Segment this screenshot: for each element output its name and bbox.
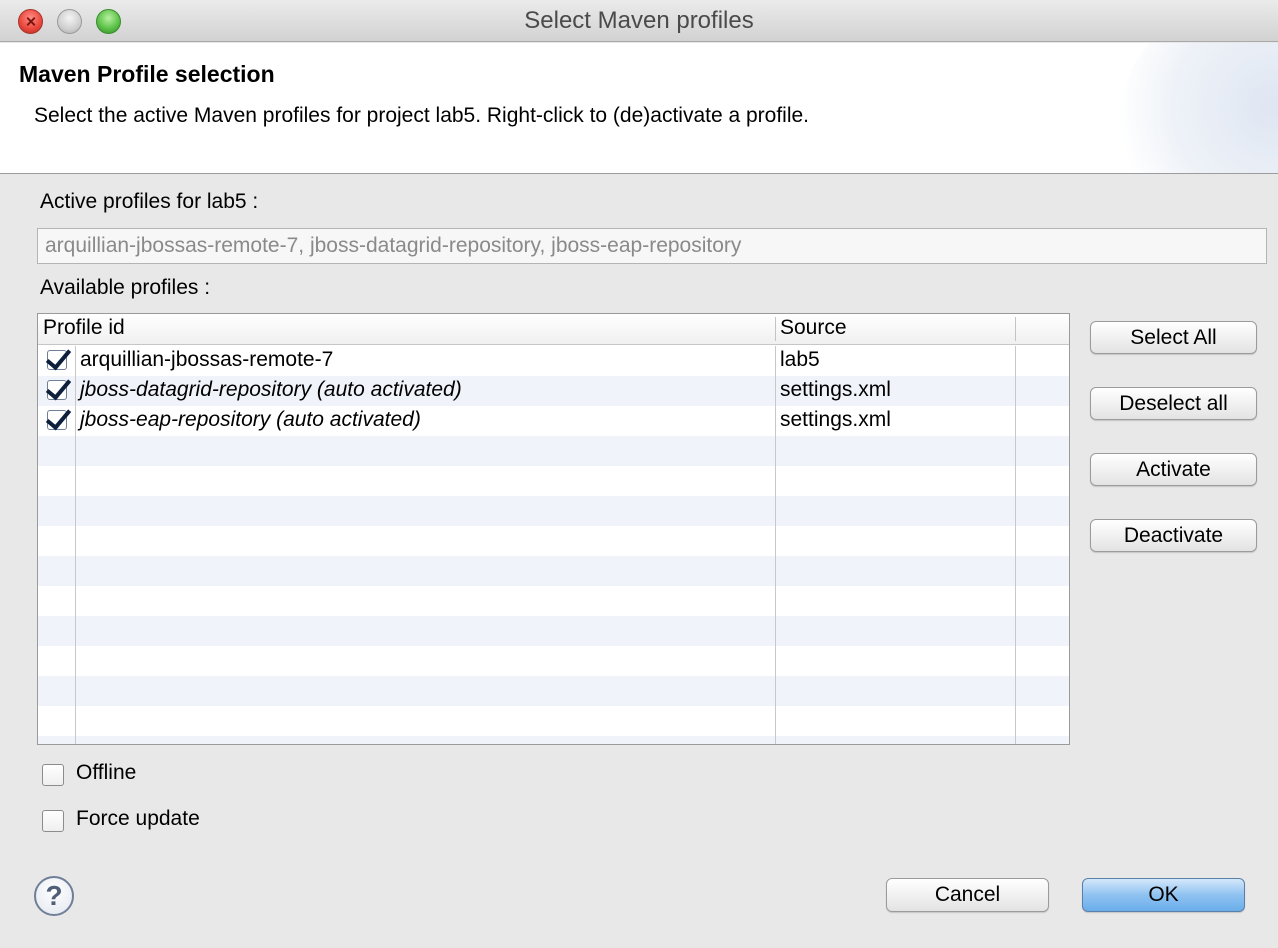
source-cell: settings.xml (780, 378, 891, 401)
empty-row (38, 436, 1069, 466)
empty-row (38, 556, 1069, 586)
offline-label[interactable]: Offline (76, 761, 136, 785)
empty-row (38, 526, 1069, 556)
empty-row (38, 706, 1069, 736)
column-header-profile-id[interactable]: Profile id (43, 316, 125, 340)
window-title: Select Maven profiles (524, 7, 754, 34)
empty-row (38, 736, 1069, 744)
profile-id-cell: jboss-datagrid-repository (auto activate… (80, 378, 462, 401)
profile-id-cell: jboss-eap-repository (auto activated) (80, 408, 421, 431)
empty-row (38, 676, 1069, 706)
row-checkbox[interactable] (47, 380, 67, 400)
empty-row (38, 466, 1069, 496)
empty-row (38, 586, 1069, 616)
force-update-checkbox[interactable] (42, 810, 64, 832)
dialog-description: Select the active Maven profiles for pro… (34, 104, 810, 127)
column-line (775, 346, 776, 744)
dialog-title: Maven Profile selection (19, 61, 275, 87)
source-cell: lab5 (780, 348, 820, 371)
cancel-button[interactable]: Cancel (886, 878, 1049, 912)
header-decoration (1118, 43, 1278, 173)
help-icon[interactable]: ? (34, 876, 74, 916)
column-divider[interactable] (775, 317, 776, 341)
profiles-table[interactable]: Profile id Source arquillian-jbossas-rem… (37, 313, 1070, 745)
table-body: arquillian-jbossas-remote-7 lab5 jboss-d… (38, 346, 1069, 744)
deselect-all-button[interactable]: Deselect all (1090, 387, 1257, 420)
empty-row (38, 496, 1069, 526)
offline-checkbox[interactable] (42, 764, 64, 786)
active-profiles-label: Active profiles for lab5 : (40, 190, 259, 213)
dialog-header: Maven Profile selection Select the activ… (0, 43, 1278, 174)
deactivate-button[interactable]: Deactivate (1090, 519, 1257, 552)
column-line (1015, 346, 1016, 744)
title-bar: Select Maven profiles (0, 0, 1278, 42)
table-header: Profile id Source (38, 314, 1069, 345)
table-row[interactable]: arquillian-jbossas-remote-7 lab5 (38, 346, 1069, 376)
select-all-button[interactable]: Select All (1090, 321, 1257, 354)
profile-id-cell: arquillian-jbossas-remote-7 (80, 348, 334, 371)
activate-button[interactable]: Activate (1090, 453, 1257, 486)
column-header-source[interactable]: Source (780, 316, 847, 340)
column-line (75, 346, 76, 744)
available-profiles-label: Available profiles : (40, 276, 211, 299)
table-row[interactable]: jboss-datagrid-repository (auto activate… (38, 376, 1069, 406)
active-profiles-field[interactable]: arquillian-jbossas-remote-7, jboss-datag… (37, 228, 1267, 264)
ok-button[interactable]: OK (1082, 878, 1245, 912)
empty-row (38, 616, 1069, 646)
row-checkbox[interactable] (47, 410, 67, 430)
column-divider[interactable] (1015, 317, 1016, 341)
source-cell: settings.xml (780, 408, 891, 431)
force-update-label[interactable]: Force update (76, 807, 200, 831)
table-row[interactable]: jboss-eap-repository (auto activated) se… (38, 406, 1069, 436)
row-checkbox[interactable] (47, 350, 67, 370)
empty-row (38, 646, 1069, 676)
